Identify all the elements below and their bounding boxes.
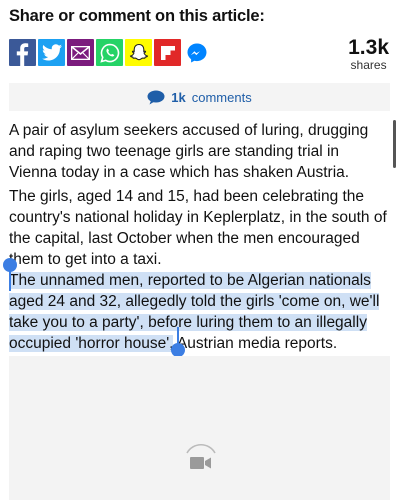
facebook-icon — [16, 43, 29, 66]
facebook-share-button[interactable] — [9, 39, 36, 66]
share-count-label: shares — [350, 58, 387, 72]
comments-button[interactable]: 1k comments — [9, 83, 390, 111]
snapchat-share-button[interactable] — [125, 39, 152, 66]
scroll-indicator[interactable] — [393, 120, 396, 168]
email-icon — [71, 45, 90, 60]
comments-label: comments — [191, 89, 252, 105]
flipboard-icon — [160, 45, 175, 60]
snapchat-icon — [129, 43, 148, 60]
article-paragraph-2: The girls, aged 14 and 15, had been cele… — [9, 188, 387, 268]
messenger-share-button[interactable] — [183, 39, 210, 66]
paragraph-text: Austrian media reports. — [173, 335, 338, 352]
twitter-icon — [41, 44, 62, 61]
whatsapp-icon — [99, 43, 119, 63]
selection-end-handle[interactable] — [171, 343, 185, 357]
share-heading: Share or comment on this article: — [9, 7, 265, 25]
share-buttons — [9, 39, 210, 66]
twitter-share-button[interactable] — [38, 39, 65, 66]
share-count-number: 1.3k — [348, 36, 389, 59]
selection-start-handle[interactable] — [3, 258, 17, 272]
selection-start-caret — [9, 270, 11, 291]
comment-bubble-icon — [147, 90, 165, 105]
share-count: 1.3k shares — [348, 36, 389, 72]
article-paragraph-1: A pair of asylum seekers accused of luri… — [9, 122, 369, 181]
article-paragraph-3: The unnamed men, reported to be Algerian… — [9, 270, 390, 354]
flipboard-share-button[interactable] — [154, 39, 181, 66]
whatsapp-share-button[interactable] — [96, 39, 123, 66]
video-placeholder[interactable] — [9, 356, 390, 500]
messenger-icon — [187, 43, 206, 62]
comments-count: 1k — [171, 89, 186, 105]
email-share-button[interactable] — [67, 39, 94, 66]
video-camera-icon — [190, 457, 211, 469]
